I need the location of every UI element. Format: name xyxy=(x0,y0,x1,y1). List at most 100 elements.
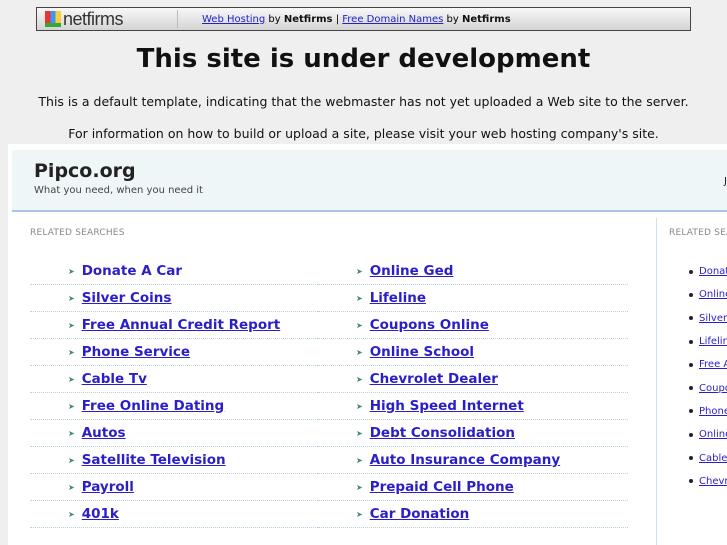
arrow-bullet-icon: ➤ xyxy=(68,401,75,411)
sidebar-search-link[interactable]: Online Ged xyxy=(699,289,727,300)
search-link[interactable]: Payroll xyxy=(82,479,134,495)
bullet-icon xyxy=(689,386,693,391)
bullet-icon xyxy=(689,456,693,461)
related-searches-heading: RELATED SEARCHES xyxy=(669,228,727,238)
arrow-bullet-icon: ➤ xyxy=(68,482,75,492)
search-link[interactable]: Phone Service xyxy=(82,344,190,360)
search-item: ➤ Prepaid Cell Phone xyxy=(318,474,628,501)
search-item: ➤ Payroll xyxy=(30,474,318,501)
brand-text: Netfirms xyxy=(462,13,511,25)
arrow-bullet-icon: ➤ xyxy=(356,266,363,276)
search-link[interactable]: Satellite Television xyxy=(82,452,226,468)
arrow-bullet-icon: ➤ xyxy=(68,374,75,384)
sidebar-search-item: Coupons Online xyxy=(669,376,727,399)
search-item: ➤ Satellite Television xyxy=(30,447,318,474)
search-link[interactable]: Online School xyxy=(370,344,474,360)
sidebar-search-link[interactable]: Lifeline xyxy=(699,336,727,347)
search-link[interactable]: Lifeline xyxy=(370,290,426,306)
message-default-template: This is a default template, indicating t… xyxy=(38,94,689,109)
search-link[interactable]: Car Donation xyxy=(370,506,470,522)
netfirms-logo[interactable]: netfirms xyxy=(37,9,177,30)
free-domain-names-link[interactable]: Free Domain Names xyxy=(342,14,443,25)
bullet-icon xyxy=(689,339,693,344)
search-item: ➤ Online Ged xyxy=(318,258,628,285)
arrow-bullet-icon: ➤ xyxy=(68,266,75,276)
search-item: ➤ Debt Consolidation xyxy=(318,420,628,447)
arrow-bullet-icon: ➤ xyxy=(68,320,75,330)
sidebar-search-item: Online Ged xyxy=(669,283,727,306)
sidebar-search-link[interactable]: Online School xyxy=(699,429,727,440)
search-item: ➤ Online School xyxy=(318,339,628,366)
search-item: ➤ Lifeline xyxy=(318,285,628,312)
search-link[interactable]: Auto Insurance Company xyxy=(370,452,560,468)
search-link[interactable]: Online Ged xyxy=(370,263,454,279)
page-title: This site is under development xyxy=(136,44,591,74)
arrow-bullet-icon: ➤ xyxy=(356,428,363,438)
sidebar-search-link[interactable]: Coupons Online xyxy=(699,383,727,394)
search-item: ➤ 401k xyxy=(30,501,318,528)
search-link[interactable]: Donate A Car xyxy=(82,263,182,279)
netfirms-banner: netfirms Web Hosting by Netfirms | Free … xyxy=(36,7,691,31)
netfirms-logo-icon xyxy=(45,11,61,27)
search-link[interactable]: High Speed Internet xyxy=(370,398,524,414)
sidebar-search-link[interactable]: Chevrolet Dealer xyxy=(699,476,727,487)
sidebar-search-link[interactable]: Cable Tv xyxy=(699,453,727,464)
arrow-bullet-icon: ➤ xyxy=(356,293,363,303)
arrow-bullet-icon: ➤ xyxy=(356,482,363,492)
search-item: ➤ Donate A Car xyxy=(30,258,318,285)
search-item: ➤ Free Annual Credit Report xyxy=(30,312,318,339)
search-item: ➤ Phone Service xyxy=(30,339,318,366)
arrow-bullet-icon: ➤ xyxy=(356,509,363,519)
arrow-bullet-icon: ➤ xyxy=(356,401,363,411)
by-text: by xyxy=(268,13,281,25)
search-item: ➤ Autos xyxy=(30,420,318,447)
search-link[interactable]: Cable Tv xyxy=(82,371,147,387)
search-link[interactable]: Free Annual Credit Report xyxy=(82,317,281,333)
bullet-icon xyxy=(689,362,693,367)
sidebar-search-item: Donate A Car xyxy=(669,260,727,283)
bullet-icon xyxy=(689,269,693,274)
search-item: ➤ Auto Insurance Company xyxy=(318,447,628,474)
search-link[interactable]: 401k xyxy=(82,506,119,522)
search-item: ➤ Car Donation xyxy=(318,501,628,528)
logo-text: netfirms xyxy=(63,8,124,29)
arrow-bullet-icon: ➤ xyxy=(68,347,75,357)
search-link[interactable]: Debt Consolidation xyxy=(370,425,515,441)
search-link[interactable]: Chevrolet Dealer xyxy=(370,371,498,387)
parked-site-frame: Pipco.org What you need, when you need i… xyxy=(8,144,727,545)
search-item: ➤ Coupons Online xyxy=(318,312,628,339)
site-name[interactable]: Pipco.org xyxy=(34,160,136,182)
sidebar-search-item: Silver Coins xyxy=(669,307,727,330)
sidebar-search-item: Cable Tv xyxy=(669,446,727,469)
sidebar-search-item: Free Annual Credit Report xyxy=(669,353,727,376)
arrow-bullet-icon: ➤ xyxy=(68,428,75,438)
arrow-bullet-icon: ➤ xyxy=(356,455,363,465)
sidebar-search-link[interactable]: Free Annual Credit Report xyxy=(699,359,727,370)
arrow-bullet-icon: ➤ xyxy=(356,347,363,357)
sidebar-search-link[interactable]: Silver Coins xyxy=(699,313,727,324)
search-link[interactable]: Autos xyxy=(82,425,126,441)
search-item: ➤ Cable Tv xyxy=(30,366,318,393)
sidebar-search-item: Lifeline xyxy=(669,330,727,353)
sidebar-search-item: Online School xyxy=(669,423,727,446)
bullet-icon xyxy=(689,316,693,321)
web-hosting-link[interactable]: Web Hosting xyxy=(202,14,265,25)
site-tagline: What you need, when you need it xyxy=(34,185,203,196)
sidebar-search-link[interactable]: Phone Service xyxy=(699,406,727,417)
sidebar-search-link[interactable]: Donate A Car xyxy=(699,266,727,277)
arrow-bullet-icon: ➤ xyxy=(68,455,75,465)
search-link[interactable]: Coupons Online xyxy=(370,317,489,333)
bullet-icon xyxy=(689,409,693,414)
search-link[interactable]: Free Online Dating xyxy=(82,398,225,414)
arrow-bullet-icon: ➤ xyxy=(356,320,363,330)
search-item: ➤ Silver Coins xyxy=(30,285,318,312)
bullet-icon xyxy=(689,432,693,437)
search-link[interactable]: Silver Coins xyxy=(82,290,172,306)
divider-text: | xyxy=(335,13,340,25)
search-item: ➤ Free Online Dating xyxy=(30,393,318,420)
search-link[interactable]: Prepaid Cell Phone xyxy=(370,479,514,495)
search-item: ➤ Chevrolet Dealer xyxy=(318,366,628,393)
site-header: Pipco.org What you need, when you need i… xyxy=(12,150,727,212)
divider xyxy=(177,10,178,28)
related-searches-sidebar: RELATED SEARCHES Donate A Car Online Ged S… xyxy=(669,228,727,493)
